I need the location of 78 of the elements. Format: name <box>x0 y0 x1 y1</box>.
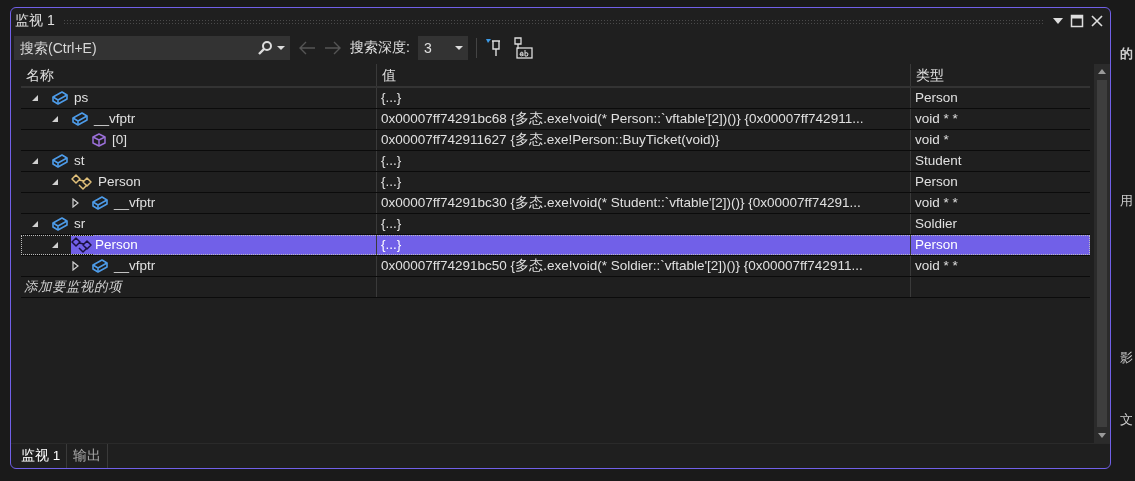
window-title: 监视 1 <box>15 12 55 30</box>
dropdown-caret-icon <box>453 44 464 52</box>
variable-name: sr <box>73 215 87 233</box>
column-header[interactable]: 类型 <box>911 64 1090 86</box>
variable-type: void * * <box>915 257 958 275</box>
close-icon[interactable] <box>1090 14 1104 28</box>
dropdown-caret-icon[interactable] <box>1052 16 1064 26</box>
vertical-scrollbar[interactable] <box>1094 64 1110 443</box>
column-header[interactable]: 值 <box>377 64 911 86</box>
variable-type: void * * <box>915 194 958 212</box>
watch-row[interactable]: Person {...} Person <box>21 172 1090 192</box>
search-icon[interactable] <box>257 40 273 56</box>
watch-row[interactable]: st {...} Student <box>21 151 1090 171</box>
search-depth-label: 搜索深度: <box>350 39 410 57</box>
pin-icon[interactable] <box>484 38 503 58</box>
expanded-triangle-icon[interactable] <box>31 220 39 228</box>
variable-type: Person <box>915 89 958 107</box>
watch-row[interactable]: __vfptr 0x00007ff74291bc50 {多态.exe!void(* Soldier::`vftable'[2])()} {0x00007ff742911... void * * <box>21 256 1090 276</box>
cube-icon <box>91 132 107 148</box>
background-text: 文 <box>1120 411 1133 429</box>
expanded-triangle-icon[interactable] <box>51 178 59 186</box>
variable-value: {...} <box>381 173 402 191</box>
scroll-up-icon[interactable] <box>1097 68 1107 74</box>
expanded-triangle-icon[interactable] <box>51 241 59 249</box>
background-text: 影 <box>1120 349 1133 367</box>
search-depth-dropdown[interactable]: 3 <box>417 36 468 60</box>
add-watch-item[interactable]: 添加要监视的项 <box>24 279 122 294</box>
variable-name: st <box>73 152 86 170</box>
variable-value: {...} <box>381 89 402 107</box>
dropdown-caret-icon[interactable] <box>276 44 286 52</box>
collapsed-triangle-icon[interactable] <box>71 198 79 208</box>
watch-row[interactable]: ps {...} Person <box>21 88 1090 108</box>
variable-type: Person <box>915 173 958 191</box>
variable-name: __vfptr <box>92 110 137 128</box>
variable-value: {...} <box>381 152 402 170</box>
cube-icon <box>91 258 109 274</box>
variable-type: void * <box>915 131 949 149</box>
cube-icon <box>91 195 109 211</box>
variable-value: 0x00007ff74291bc30 {多态.exe!void(* Student::`vftable'[2])()} {0x00007ff74291... <box>381 194 861 212</box>
column-header[interactable]: 名称 <box>21 64 377 86</box>
variable-value: 0x00007ff74291bc50 {多态.exe!void(* Soldier::`vftable'[2])()} {0x00007ff742911... <box>381 257 863 275</box>
expanded-triangle-icon[interactable] <box>31 94 39 102</box>
variable-type: Student <box>915 152 962 170</box>
background-text: 用 <box>1120 192 1133 210</box>
cube-icon <box>51 216 69 232</box>
maximize-icon[interactable] <box>1070 14 1084 28</box>
watch-row[interactable]: Person {...} Person <box>21 235 1090 255</box>
variable-value: {...} <box>381 236 402 254</box>
watch-row[interactable]: sr {...} Soldier <box>21 214 1090 234</box>
variable-value: {...} <box>381 215 402 233</box>
watch-row[interactable]: __vfptr 0x00007ff74291bc30 {多态.exe!void(* Student::`vftable'[2])()} {0x00007ff74291... void * * <box>21 193 1090 213</box>
variable-type: Person <box>915 236 958 254</box>
linked-diamonds-icon <box>71 236 93 254</box>
expanded-triangle-icon[interactable] <box>51 115 59 123</box>
variable-name: Person <box>97 173 142 191</box>
variable-name: Person <box>93 235 376 255</box>
variable-value: 0x00007ff742911627 {多态.exe!Person::BuyTicket(void)} <box>381 131 720 149</box>
scroll-down-icon[interactable] <box>1097 433 1107 439</box>
watch-row[interactable]: [0] 0x00007ff742911627 {多态.exe!Person::BuyTicket(void)} void * <box>21 130 1090 150</box>
background-text: 的 <box>1120 45 1133 63</box>
variable-value: 0x00007ff74291bc68 {多态.exe!void(* Person::`vftable'[2])()} {0x00007ff742911... <box>381 110 864 128</box>
cube-icon <box>51 153 69 169</box>
cube-icon <box>51 90 69 106</box>
variable-name: __vfptr <box>112 257 157 275</box>
panel-tab[interactable]: 监视 1 <box>15 444 68 468</box>
collapsed-triangle-icon[interactable] <box>71 261 79 271</box>
variable-type: Soldier <box>915 215 958 233</box>
variable-name: __vfptr <box>112 194 157 212</box>
variable-type: void * * <box>915 110 958 128</box>
panel-tab[interactable]: 输出 <box>67 444 109 468</box>
search-input[interactable]: 搜索(Ctrl+E) <box>18 39 257 57</box>
linked-diamonds-icon <box>71 173 93 191</box>
search-field[interactable]: 搜索(Ctrl+E) <box>14 36 290 60</box>
variable-name: [0] <box>111 131 128 149</box>
cube-icon <box>71 111 89 127</box>
variable-name: ps <box>73 89 90 107</box>
expanded-triangle-icon[interactable] <box>31 157 39 165</box>
watch-row[interactable]: __vfptr 0x00007ff74291bc68 {多态.exe!void(* Person::`vftable'[2])()} {0x00007ff742911... void * * <box>21 109 1090 129</box>
